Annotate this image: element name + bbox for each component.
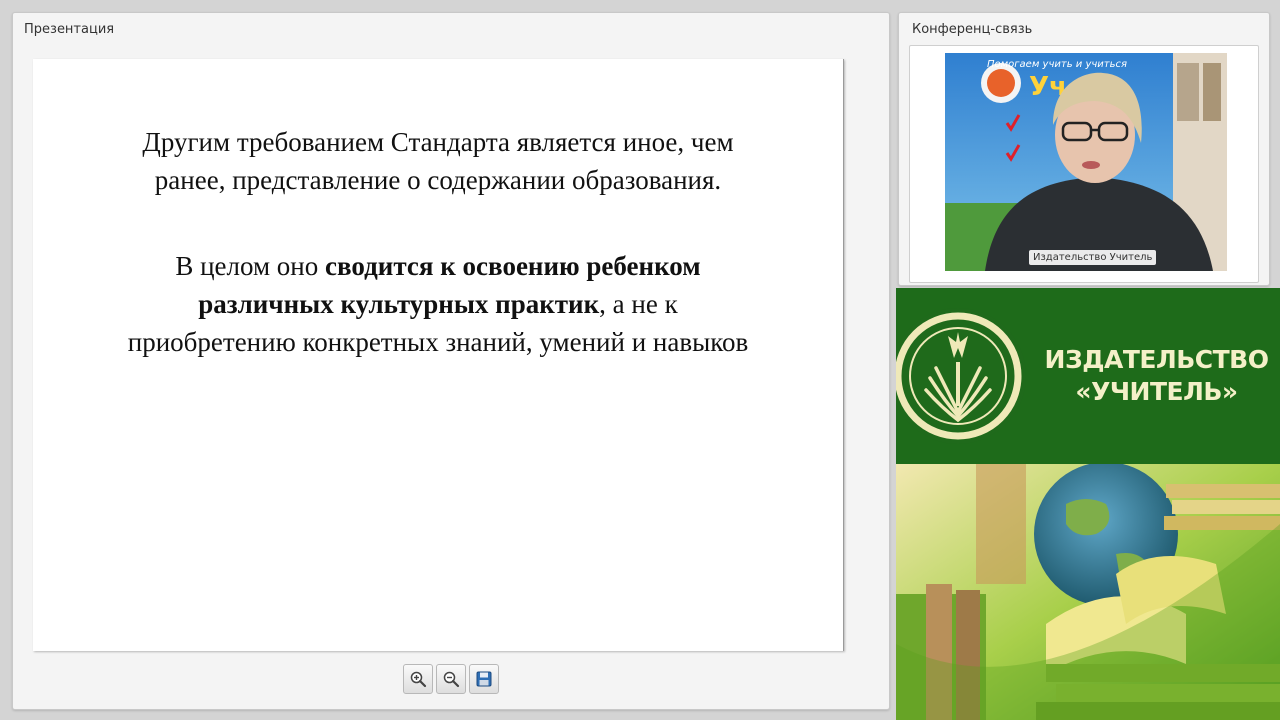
slide-paragraph-2: В целом оно сводится к освоению ребенком…	[123, 247, 753, 361]
save-icon	[476, 671, 492, 687]
books-globe-image	[896, 464, 1280, 720]
zoom-out-icon	[443, 671, 460, 688]
zoom-in-button[interactable]	[403, 664, 433, 694]
webcam-video[interactable]: Помогаем учить и учиться Уч Издательство…	[945, 53, 1227, 271]
publisher-banner: ИЗДАТЕЛЬСТВО «УЧИТЕЛЬ»	[896, 288, 1280, 464]
publisher-name-line2: «УЧИТЕЛЬ»	[1075, 377, 1238, 406]
video-frame: Помогаем учить и учиться Уч Издательство…	[909, 45, 1259, 283]
presentation-panel-title: Презентация	[24, 22, 115, 37]
slide-paragraph-1: Другим требованием Стандарта является ин…	[142, 127, 734, 195]
conference-panel-title: Конференц-связь	[912, 22, 1033, 37]
zoom-in-icon	[410, 671, 427, 688]
webcam-image: Помогаем учить и учиться Уч	[945, 53, 1227, 271]
conference-panel: Конференц-связь Помогаем учить и учиться…	[898, 12, 1270, 286]
books-globe-illustration	[896, 464, 1280, 720]
publisher-name-line1: ИЗДАТЕЛЬСТВО	[1044, 345, 1269, 374]
publisher-name: ИЗДАТЕЛЬСТВО «УЧИТЕЛЬ»	[1044, 344, 1269, 408]
zoom-out-button[interactable]	[436, 664, 466, 694]
presentation-panel: Презентация Другим требованием Стандарта…	[12, 12, 890, 710]
slide-paragraph-2-prefix: В целом оно	[175, 251, 325, 281]
presentation-toolbar	[403, 664, 499, 696]
publisher-logo-icon	[896, 308, 1026, 444]
presentation-slide: Другим требованием Стандарта является ин…	[33, 59, 844, 651]
video-participant-label: Издательство Учитель	[1029, 250, 1157, 265]
save-button[interactable]	[469, 664, 499, 694]
poster-top-text: Помогаем учить и учиться	[987, 59, 1127, 70]
